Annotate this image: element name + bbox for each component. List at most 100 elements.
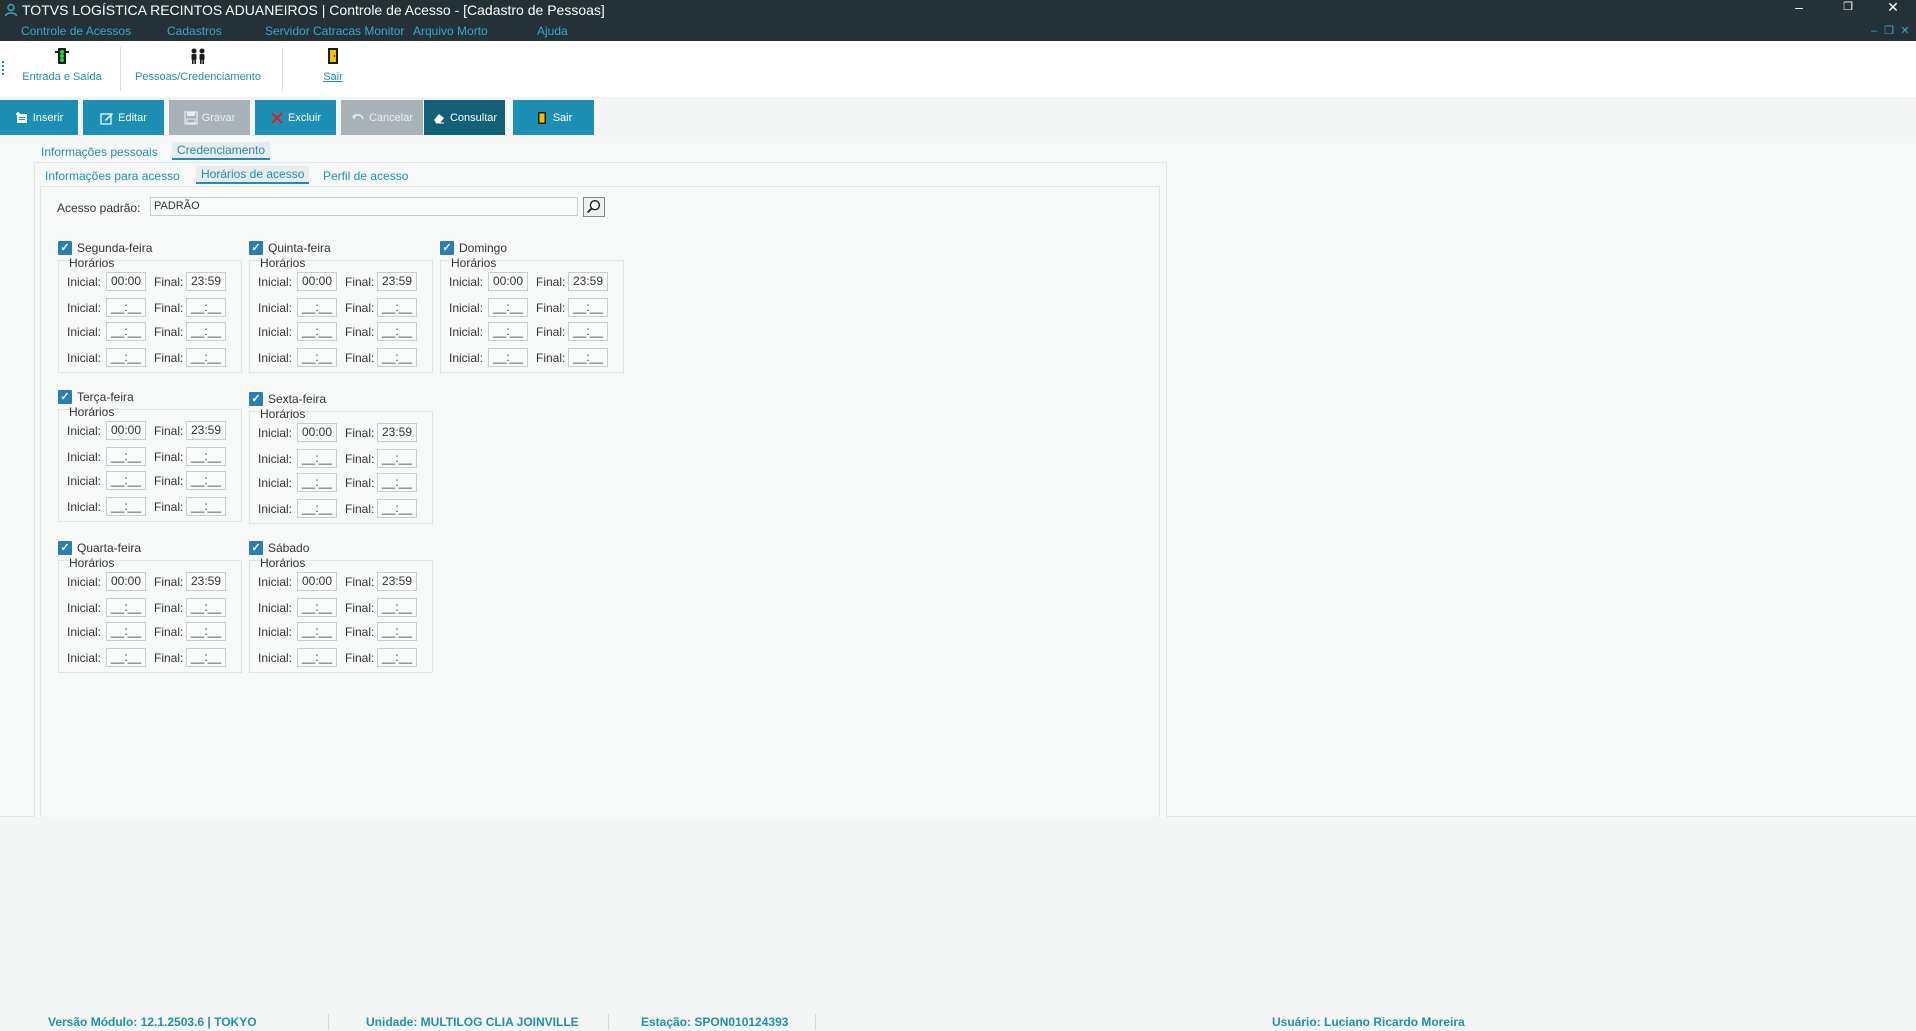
inicial-field[interactable]: __:__	[297, 598, 337, 617]
final-field[interactable]: __:__	[377, 499, 417, 518]
mdi-minimize-button[interactable]: –	[1867, 25, 1881, 37]
acesso-padrao-lookup-button[interactable]	[583, 197, 605, 217]
final-field[interactable]: __:__	[377, 348, 417, 367]
excluir-button[interactable]: Excluir	[255, 100, 336, 135]
inicial-field[interactable]: __:__	[106, 598, 146, 617]
final-field[interactable]: __:__	[377, 322, 417, 341]
inicial-field[interactable]: __:__	[488, 348, 528, 367]
inicial-field[interactable]: __:__	[106, 648, 146, 667]
final-field[interactable]: 23:59	[377, 572, 417, 591]
inicial-field[interactable]: __:__	[488, 322, 528, 341]
inicial-field[interactable]: 00:00	[297, 272, 337, 291]
inicial-field[interactable]: __:__	[297, 449, 337, 468]
final-field[interactable]: 23:59	[186, 272, 226, 291]
final-field[interactable]: __:__	[568, 322, 608, 341]
menu-arquivo-morto[interactable]: Arquivo Morto	[413, 24, 488, 38]
tab-informacoes-acesso[interactable]: Informações para acesso	[45, 169, 180, 183]
final-field[interactable]: __:__	[568, 298, 608, 317]
delete-x-icon	[271, 111, 283, 124]
final-field[interactable]: __:__	[377, 449, 417, 468]
inicial-field[interactable]: __:__	[488, 298, 528, 317]
inicial-field[interactable]: __:__	[106, 322, 146, 341]
inicial-field[interactable]: __:__	[106, 348, 146, 367]
final-field[interactable]: __:__	[377, 298, 417, 317]
main-panel: Informações pessoais Credenciamento Info…	[0, 137, 1916, 817]
final-field[interactable]: __:__	[186, 598, 226, 617]
final-field[interactable]: __:__	[377, 473, 417, 492]
final-field[interactable]: __:__	[568, 348, 608, 367]
horarios-title: Horários	[69, 556, 115, 570]
menu-ajuda[interactable]: Ajuda	[537, 24, 568, 38]
final-field[interactable]: __:__	[377, 622, 417, 641]
final-field[interactable]: __:__	[186, 322, 226, 341]
final-field[interactable]: 23:59	[186, 421, 226, 440]
inserir-button[interactable]: Inserir	[0, 100, 78, 135]
editar-button[interactable]: Editar	[83, 100, 164, 135]
cancelar-button[interactable]: Cancelar	[341, 100, 423, 135]
final-field[interactable]: __:__	[186, 447, 226, 466]
inicial-field[interactable]: __:__	[297, 648, 337, 667]
ribbon-entrada-saida[interactable]: Entrada e Saída	[22, 47, 102, 83]
inicial-field[interactable]: __:__	[106, 447, 146, 466]
inicial-field[interactable]: __:__	[106, 298, 146, 317]
final-field[interactable]: 23:59	[377, 423, 417, 442]
inicial-label: Inicial:	[67, 450, 102, 464]
final-field[interactable]: __:__	[377, 598, 417, 617]
acesso-padrao-field[interactable]: PADRÃO	[150, 197, 578, 216]
inicial-field[interactable]: 00:00	[106, 272, 146, 291]
menu-servidor-catracas[interactable]: Servidor Catracas Monitor	[265, 24, 404, 38]
inicial-field[interactable]: 00:00	[488, 272, 528, 291]
consultar-button[interactable]: Consultar	[424, 100, 505, 135]
inicial-field[interactable]: 00:00	[297, 572, 337, 591]
inicial-field[interactable]: 00:00	[297, 423, 337, 442]
inicial-field[interactable]: 00:00	[106, 572, 146, 591]
menu-cadastros[interactable]: Cadastros	[167, 24, 222, 38]
final-field[interactable]: __:__	[186, 497, 226, 516]
sair-button[interactable]: Sair	[513, 100, 594, 135]
inicial-field[interactable]: __:__	[297, 622, 337, 641]
day-label: Sexta-feira	[268, 392, 327, 406]
inicial-field[interactable]: __:__	[297, 322, 337, 341]
checkbox-sexta[interactable]: ✓	[249, 392, 263, 406]
inicial-label: Inicial:	[449, 301, 484, 315]
inicial-field[interactable]: __:__	[297, 298, 337, 317]
inicial-field[interactable]: __:__	[297, 348, 337, 367]
checkbox-terca[interactable]: ✓	[58, 390, 72, 404]
tab-horarios-acesso[interactable]: Horários de acesso	[196, 166, 310, 184]
final-field[interactable]: 23:59	[377, 272, 417, 291]
checkbox-sabado[interactable]: ✓	[249, 541, 263, 555]
gravar-button[interactable]: Gravar	[169, 100, 250, 135]
tab-credenciamento[interactable]: Credenciamento	[172, 142, 271, 160]
final-field[interactable]: __:__	[377, 648, 417, 667]
final-field[interactable]: __:__	[186, 648, 226, 667]
final-field[interactable]: 23:59	[568, 272, 608, 291]
minimize-button[interactable]: –	[1782, 0, 1816, 18]
inicial-field[interactable]: __:__	[297, 473, 337, 492]
inicial-field[interactable]: __:__	[106, 622, 146, 641]
close-button[interactable]: ✕	[1876, 0, 1910, 18]
final-field[interactable]: __:__	[186, 348, 226, 367]
ribbon-sair[interactable]: Sair	[318, 47, 348, 83]
final-field[interactable]: __:__	[186, 471, 226, 490]
tab-informacoes-pessoais[interactable]: Informações pessoais	[41, 145, 158, 159]
inicial-label: Inicial:	[67, 325, 102, 339]
inicial-field[interactable]: __:__	[106, 471, 146, 490]
horarios-title: Horários	[260, 556, 306, 570]
checkbox-quinta[interactable]: ✓	[249, 241, 263, 255]
checkbox-domingo[interactable]: ✓	[440, 241, 454, 255]
menu-controle-acessos[interactable]: Controle de Acessos	[21, 24, 131, 38]
final-field[interactable]: 23:59	[186, 572, 226, 591]
restore-button[interactable]: ❐	[1831, 0, 1865, 18]
mdi-restore-button[interactable]: ❐	[1882, 25, 1896, 37]
status-versao: Versão Módulo: 12.1.2503.6 | TOKYO	[48, 1015, 257, 1029]
final-field[interactable]: __:__	[186, 622, 226, 641]
ribbon-pessoas[interactable]: Pessoas/Credenciamento	[133, 47, 263, 83]
inicial-field[interactable]: 00:00	[106, 421, 146, 440]
mdi-close-button[interactable]: ✕	[1898, 25, 1912, 37]
inicial-field[interactable]: __:__	[297, 499, 337, 518]
checkbox-quarta[interactable]: ✓	[58, 541, 72, 555]
checkbox-segunda[interactable]: ✓	[58, 241, 72, 255]
final-field[interactable]: __:__	[186, 298, 226, 317]
inicial-field[interactable]: __:__	[106, 497, 146, 516]
tab-perfil-acesso[interactable]: Perfil de acesso	[323, 169, 408, 183]
